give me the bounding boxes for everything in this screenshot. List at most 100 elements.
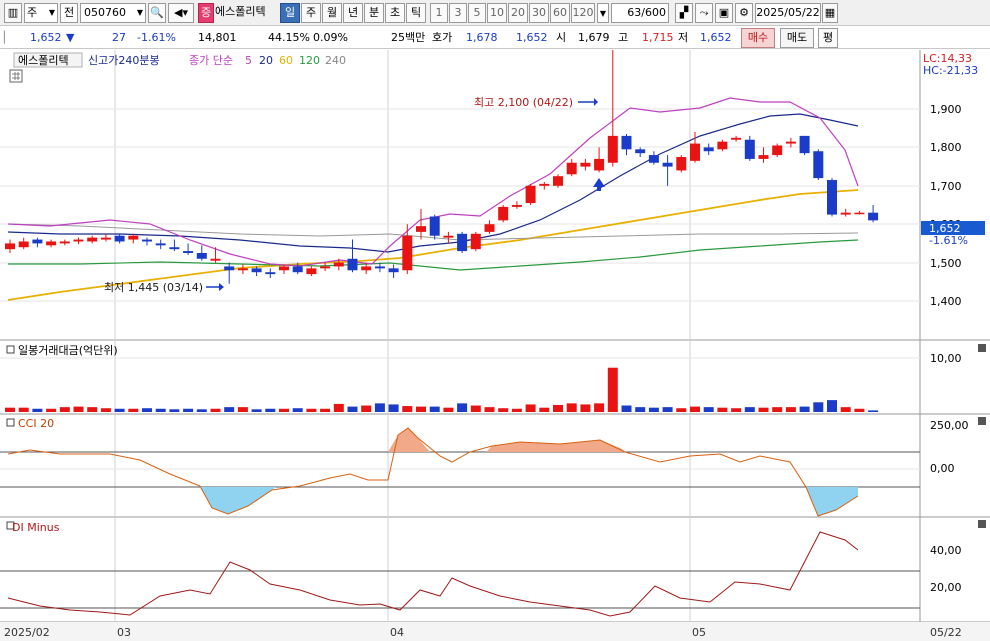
candle-down: [799, 135, 810, 154]
candle-up: [320, 266, 331, 269]
interval-20[interactable]: 20: [508, 3, 528, 23]
price-tick-1900: 1,900: [930, 103, 962, 116]
ratio2-value: 0.09%: [313, 31, 348, 44]
high-label: 고: [618, 31, 629, 44]
candle-up: [690, 143, 700, 161]
candle-up: [594, 158, 605, 171]
volume-bar: [183, 408, 194, 412]
chart-canvas[interactable]: 에스폴리텍 신고가240분봉 종가 단순 5 20 60 120 240 LC:…: [0, 32, 990, 641]
interval-1[interactable]: 1: [430, 3, 448, 23]
legend-ma5: 5: [245, 54, 252, 67]
volume-bar: [511, 408, 522, 412]
volume-bar: [525, 404, 536, 412]
volume-panel-close-icon[interactable]: [978, 344, 986, 352]
volume-bar: [320, 408, 331, 412]
period-select[interactable]: 전: [60, 3, 78, 23]
candle-up: [46, 241, 57, 246]
volume-bar: [402, 406, 413, 412]
volume-bar: [868, 410, 879, 412]
draw-tool-icon[interactable]: ⤳: [695, 3, 713, 23]
cci-tick-250: 250,00: [930, 419, 969, 432]
volume-bar: [251, 409, 262, 412]
price-tick-1800: 1,800: [930, 141, 962, 154]
interval-10[interactable]: 10: [487, 3, 507, 23]
candle-down: [648, 155, 659, 163]
candle-down: [457, 233, 468, 252]
volume-bar: [594, 403, 605, 412]
volume-bar: [553, 404, 563, 412]
x-label-04: 04: [390, 626, 404, 639]
price-tick-1700: 1,700: [930, 180, 962, 193]
volume-bar: [46, 408, 57, 412]
interval-3[interactable]: 3: [449, 3, 467, 23]
price-tick-1500: 1,500: [930, 257, 962, 270]
interval-60[interactable]: 60: [550, 3, 570, 23]
search-icon[interactable]: 🔍: [148, 3, 166, 23]
volume-bar: [539, 407, 550, 412]
volume-bar: [306, 408, 317, 412]
candle-down: [183, 251, 194, 253]
date-input[interactable]: 2025/05/22: [755, 3, 821, 23]
min-price-annotation: 최저 1,445 (03/14): [104, 281, 203, 294]
cci-panel-close-icon[interactable]: [978, 417, 986, 425]
change-percent: -1.61%: [137, 31, 176, 44]
candle-up: [306, 268, 317, 275]
chart-area[interactable]: 에스폴리텍 신고가240분봉 종가 단순 5 20 60 120 240 LC:…: [0, 32, 990, 641]
market-select[interactable]: 주 ▼: [24, 3, 58, 23]
candle-down: [635, 149, 646, 154]
volume-bar: [840, 407, 851, 412]
interval-5[interactable]: 5: [468, 3, 486, 23]
market-select-label: 주: [27, 6, 38, 19]
buy-button[interactable]: 매수: [741, 28, 775, 48]
period-month[interactable]: 월: [322, 3, 342, 23]
volume-bar: [813, 402, 824, 412]
settings-icon[interactable]: ⚙: [735, 3, 753, 23]
volume-bar: [717, 407, 728, 412]
candle-up: [717, 141, 728, 150]
volume-bar: [566, 403, 577, 412]
calendar-icon[interactable]: ▦: [822, 3, 838, 23]
period-day[interactable]: 일: [280, 3, 300, 23]
period-tick[interactable]: 틱: [406, 3, 426, 23]
grid-tool-icon[interactable]: ▞: [675, 3, 693, 23]
candle-up: [128, 235, 139, 240]
interval-120[interactable]: 120: [571, 3, 595, 23]
legend-ma60: 60: [279, 54, 293, 67]
di-panel-close-icon[interactable]: [978, 520, 986, 528]
x-axis-bar: [0, 622, 990, 641]
candle-down: [169, 247, 180, 250]
volume-bar: [388, 404, 399, 412]
volume-bar: [676, 408, 687, 412]
save-icon[interactable]: ▣: [715, 3, 733, 23]
period-second[interactable]: 초: [385, 3, 405, 23]
speaker-icon[interactable]: ◀▾: [168, 3, 194, 23]
candle-up: [772, 145, 783, 156]
period-week[interactable]: 주: [301, 3, 321, 23]
interval-dropdown[interactable]: ▼: [597, 3, 609, 23]
candle-up: [416, 226, 426, 232]
chevron-down-icon: ▼: [48, 8, 55, 17]
count-input[interactable]: 63/600: [611, 3, 669, 23]
period-year[interactable]: 년: [343, 3, 363, 23]
eval-button[interactable]: 평: [818, 28, 838, 48]
candle-up: [553, 176, 563, 186]
legend-new-high: 신고가240분봉: [88, 54, 160, 67]
interval-30[interactable]: 30: [529, 3, 549, 23]
volume-bar: [361, 405, 372, 412]
code-input[interactable]: 050760 ▼: [80, 3, 146, 23]
chart-menu-icon[interactable]: ▥: [4, 3, 22, 23]
volume-bar: [374, 403, 385, 412]
volume-bar: [333, 403, 344, 412]
candle-down: [868, 212, 879, 221]
chart-background: [0, 50, 990, 641]
sell-button[interactable]: 매도: [780, 28, 814, 48]
period-minute[interactable]: 분: [364, 3, 384, 23]
volume-bar: [443, 407, 454, 412]
chevron-down-icon: ▼: [136, 8, 143, 17]
candle-up: [498, 206, 509, 221]
candle-up: [402, 235, 413, 271]
candle-down: [155, 243, 166, 246]
volume-bar: [114, 408, 125, 412]
table-toggle-icon[interactable]: [9, 69, 23, 83]
volume-bar: [100, 408, 111, 412]
